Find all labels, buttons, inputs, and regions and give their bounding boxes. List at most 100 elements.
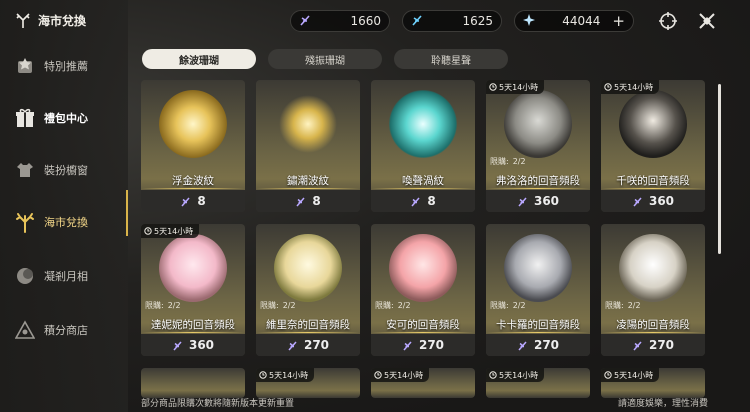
shop-card[interactable]: 5天14小時 限購: 2/2 弗洛洛的回音頻段 360 <box>486 80 590 212</box>
limit-value: 2/2 <box>167 301 181 310</box>
item-art <box>274 90 342 158</box>
category-tabs: 餘波珊瑚 殘振珊瑚 聆聽星聲 <box>142 49 508 69</box>
sidebar-item-gift[interactable]: 禮包中心 <box>0 96 128 140</box>
shop-card[interactable]: 鏽潮波紋 8 <box>256 80 360 212</box>
price-bar: 270 <box>371 334 475 356</box>
price-value: 8 <box>427 194 436 208</box>
gift-icon <box>14 107 36 129</box>
feather-icon <box>296 197 305 206</box>
item-art <box>619 90 687 158</box>
shop-card[interactable]: 浮金波紋 8 <box>141 80 245 212</box>
limit-label: 限購: <box>490 157 509 166</box>
purchase-limit: 限購: 2/2 <box>375 300 411 311</box>
clock-icon <box>604 83 612 91</box>
sidebar: 海市兌換 特別推薦 禮包中心 裝扮櫥窗 海市兌換 凝剎月相 積分商店 <box>0 0 128 412</box>
feather-icon <box>633 341 642 350</box>
price-bar: 270 <box>601 334 705 356</box>
footer-notice: 部分商品限購次數將隨新版本更新重置 <box>141 399 295 409</box>
item-name: 達妮妮的回音頻段 <box>151 319 235 331</box>
divider <box>256 332 360 333</box>
price-value: 270 <box>418 338 445 352</box>
sidebar-item-outfit[interactable]: 裝扮櫥窗 <box>0 148 128 192</box>
shop-card[interactable]: 5天14小時 <box>486 368 590 398</box>
limit-label: 限購: <box>490 301 509 310</box>
item-name: 喚聲渦紋 <box>402 175 444 187</box>
shop-card[interactable]: 限購: 2/2 安可的回音頻段 270 <box>371 224 475 356</box>
footer-advice: 請適度娛樂，理性消費 <box>617 399 708 409</box>
price-bar: 360 <box>141 334 245 356</box>
tab-listen-star[interactable]: 聆聽星聲 <box>394 49 508 69</box>
divider <box>486 332 590 333</box>
shop-card[interactable]: 5天14小時 <box>371 368 475 398</box>
shop-card[interactable] <box>141 368 245 398</box>
timer-badge: 5天14小時 <box>141 224 200 238</box>
currency-feather: 1660 <box>290 10 390 32</box>
item-name: 弗洛洛的回音頻段 <box>496 175 580 187</box>
currency-value: 1660 <box>350 14 381 28</box>
close-icon[interactable] <box>697 11 717 31</box>
item-name: 浮金波紋 <box>172 175 214 187</box>
price-value: 360 <box>648 194 675 208</box>
purchase-limit: 限購: 2/2 <box>490 156 526 167</box>
currency-star: 44044 + <box>514 10 634 32</box>
feather-icon <box>411 197 420 206</box>
sidebar-item-label: 特別推薦 <box>44 60 88 73</box>
limit-value: 2/2 <box>282 301 296 310</box>
currency-feather-blue: 1625 <box>402 10 502 32</box>
sidebar-item-special[interactable]: 特別推薦 <box>0 44 128 88</box>
shop-card[interactable]: 限購: 2/2 卡卡羅的回音頻段 270 <box>486 224 590 356</box>
sidebar-item-label: 禮包中心 <box>44 112 88 125</box>
page-title: 海市兌換 <box>14 12 86 29</box>
add-currency-button[interactable]: + <box>612 12 625 30</box>
shop-card[interactable]: 5天14小時 千咲的回音頻段 360 <box>601 80 705 212</box>
timer-badge: 5天14小時 <box>256 368 315 382</box>
limit-value: 2/2 <box>512 157 526 166</box>
sidebar-item-label: 海市兌換 <box>44 216 88 229</box>
feather-icon <box>518 341 527 350</box>
sidebar-item-points-shop[interactable]: 積分商店 <box>0 308 128 352</box>
sidebar-item-exchange[interactable]: 海市兌換 <box>0 200 128 244</box>
divider <box>601 332 705 333</box>
clock-icon <box>374 371 382 379</box>
shop-card[interactable]: 喚聲渦紋 8 <box>371 80 475 212</box>
timer-badge: 5天14小時 <box>601 80 660 94</box>
price-bar: 360 <box>601 190 705 212</box>
shop-card[interactable]: 5天14小時 <box>601 368 705 398</box>
item-art <box>274 234 342 302</box>
target-icon[interactable] <box>658 11 678 31</box>
item-art <box>159 90 227 158</box>
star-crystal-icon <box>523 13 535 29</box>
price-value: 270 <box>303 338 330 352</box>
sidebar-item-moon[interactable]: 凝剎月相 <box>0 254 128 298</box>
shop-card[interactable]: 5天14小時 <box>256 368 360 398</box>
feather-icon <box>181 197 190 206</box>
scrollbar[interactable] <box>718 84 721 254</box>
timer-text: 5天14小時 <box>614 82 654 92</box>
clock-icon <box>604 371 612 379</box>
currency-bar: 1660 1625 44044 + <box>290 10 634 32</box>
item-art <box>389 234 457 302</box>
shop-card[interactable]: 5天14小時 限購: 2/2 達妮妮的回音頻段 360 <box>141 224 245 356</box>
shop-card[interactable]: 限購: 2/2 維里奈的回音頻段 270 <box>256 224 360 356</box>
divider <box>141 332 245 333</box>
price-bar: 270 <box>256 334 360 356</box>
coral-logo-icon <box>16 12 30 28</box>
limit-label: 限購: <box>260 301 279 310</box>
timer-text: 5天14小時 <box>499 82 539 92</box>
tab-residual-coral[interactable]: 殘振珊瑚 <box>268 49 382 69</box>
divider <box>601 188 705 189</box>
item-name: 維里奈的回音頻段 <box>266 319 350 331</box>
feather-blue-icon <box>411 14 423 29</box>
shop-card[interactable]: 限購: 2/2 凌陽的回音頻段 270 <box>601 224 705 356</box>
item-name: 安可的回音頻段 <box>386 319 460 331</box>
item-name: 卡卡羅的回音頻段 <box>496 319 580 331</box>
tab-afterwave-coral[interactable]: 餘波珊瑚 <box>142 49 256 69</box>
item-name: 凌陽的回音頻段 <box>616 319 690 331</box>
divider <box>371 188 475 189</box>
divider <box>371 332 475 333</box>
feather-icon <box>288 341 297 350</box>
limit-label: 限購: <box>375 301 394 310</box>
limit-label: 限購: <box>605 301 624 310</box>
price-value: 8 <box>312 194 321 208</box>
divider <box>141 188 245 189</box>
